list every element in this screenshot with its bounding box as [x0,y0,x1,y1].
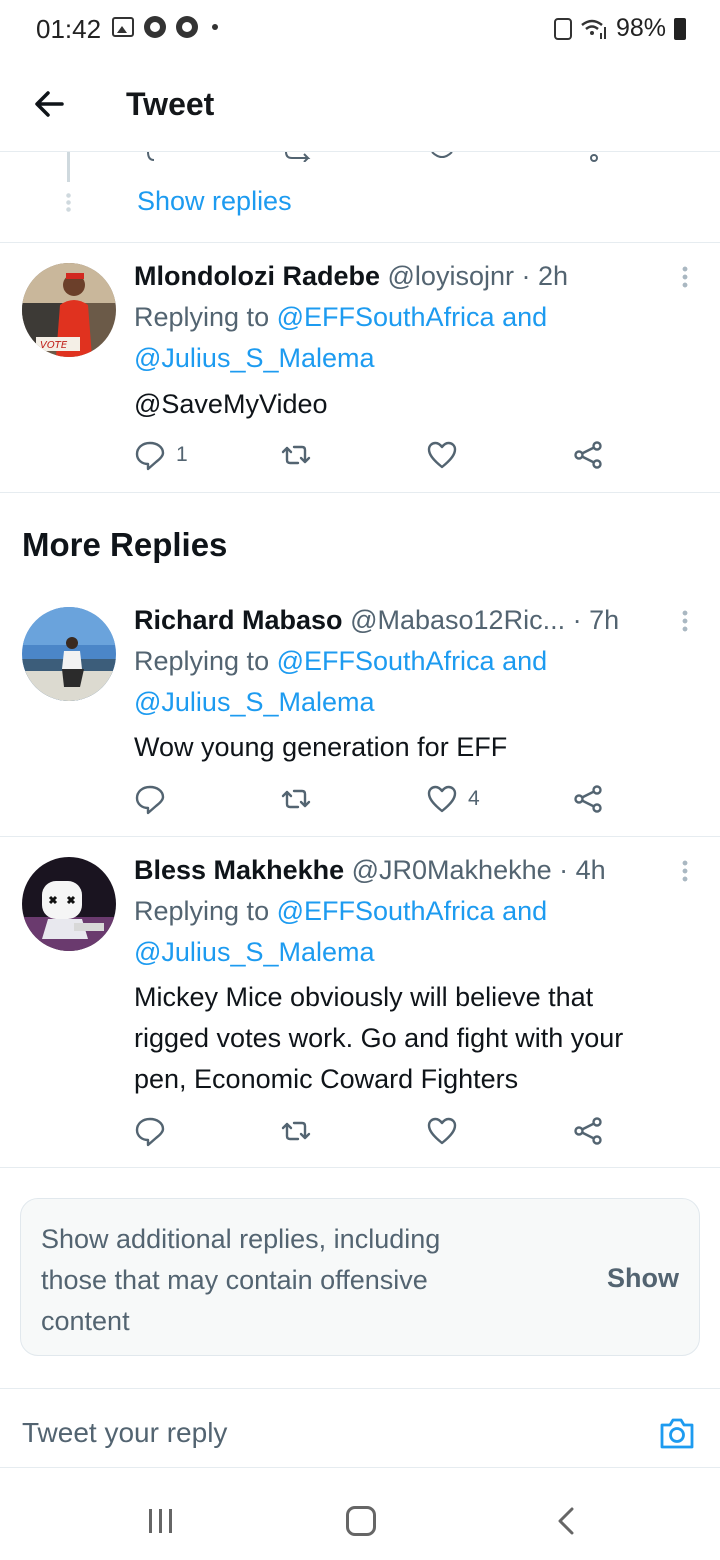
chrome-icon [176,16,198,38]
camera-icon[interactable] [658,1415,696,1451]
tweet-item[interactable]: Richard Mabaso @Mabaso12Ric... · 7h Repl… [0,587,720,835]
reply-icon [135,441,165,471]
notification-icons [112,16,218,38]
tweet-header: Richard Mabaso @Mabaso12Ric... · 7h [134,605,619,636]
author-handle: @loyisojnr · 2h [387,261,568,291]
tweet-item[interactable]: Bless Makhekhe @JR0Makhekhe · 4h Replyin… [0,837,720,1167]
tweet-text: Wow young generation for EFF [134,732,508,762]
show-replies-link[interactable]: Show replies [137,186,292,217]
tweet-text-line: Mickey Mice obviously will believe that [134,982,594,1012]
mention-link[interactable]: @Julius_S_Malema [134,687,375,717]
avatar[interactable] [22,607,116,701]
page-title: Tweet [126,86,215,122]
mention-link[interactable]: @EFFSouthAfrica and [277,896,548,926]
reply-icon [135,785,165,815]
thread-line [67,152,70,182]
retweet-icon [281,789,311,809]
avatar[interactable]: VOTE [22,263,116,357]
system-nav-bar [0,1470,720,1560]
app-header: Tweet [0,56,720,152]
home-icon[interactable] [346,1506,376,1536]
more-options-icon[interactable] [680,609,690,633]
additional-replies-text: Show additional replies, including those… [41,1224,441,1336]
retweet-icon [281,1121,311,1141]
share-icon [574,441,602,469]
avatar[interactable] [22,857,116,951]
status-bar: 01:42 98% [0,0,720,56]
nav-back-icon[interactable] [552,1506,582,1536]
tweet-text-line: pen, Economic Coward Fighters [134,1064,519,1094]
status-time: 01:42 [36,14,102,44]
tweet-header: Mlondolozi Radebe @loyisojnr · 2h [134,261,568,292]
system-icons: 98% [553,14,686,43]
heart-icon [427,441,457,469]
like-count: 4 [468,787,480,810]
share-button[interactable] [572,783,604,815]
retweet-button[interactable] [280,783,322,815]
tweet-header: Bless Makhekhe @JR0Makhekhe · 4h [134,855,606,886]
mention-link[interactable]: @EFFSouthAfrica and [277,646,548,676]
retweet-button[interactable] [280,1115,322,1147]
thread-continuation-dots [66,192,71,214]
more-notifications-icon [212,24,218,30]
like-button[interactable] [426,1115,468,1147]
divider [0,1167,720,1168]
chrome-icon [144,16,166,38]
share-icon [574,785,602,813]
replying-to: Replying to @EFFSouthAfrica and @Julius_… [134,302,548,373]
tweet-actions: 4 [134,783,614,817]
battery-icon [674,17,686,40]
mention-link[interactable]: @EFFSouthAfrica and [277,302,548,332]
reply-input[interactable]: Tweet your reply [22,1417,227,1449]
heart-icon [427,1117,457,1145]
heart-icon [427,785,457,813]
tweet-actions: 1 [134,439,614,473]
gallery-icon [112,17,134,37]
share-button[interactable] [572,439,604,471]
additional-replies-card[interactable]: Show additional replies, including those… [20,1198,700,1356]
replying-to: Replying to @EFFSouthAfrica and @Julius_… [134,646,548,717]
author-handle: @JR0Makhekhe · 4h [351,855,606,885]
author-name[interactable]: Bless Makhekhe [134,855,344,885]
reply-button[interactable] [134,1115,176,1147]
svg-text:VOTE: VOTE [40,340,68,351]
reply-button[interactable] [134,783,176,815]
tweet-text-line: rigged votes work. Go and fight with you… [134,1023,624,1053]
battery-saver-icon [553,17,572,40]
author-name[interactable]: Mlondolozi Radebe [134,261,380,291]
author-handle: @Mabaso12Ric... · 7h [350,605,620,635]
more-options-icon[interactable] [680,859,690,883]
section-title: More Replies [22,526,228,563]
divider [0,492,720,493]
replying-to: Replying to @EFFSouthAfrica and @Julius_… [134,896,548,967]
partial-action-icons [147,152,598,162]
reply-button[interactable]: 1 [134,439,188,471]
reply-composer[interactable]: Tweet your reply [0,1388,720,1468]
share-button[interactable] [572,1115,604,1147]
author-name[interactable]: Richard Mabaso [134,605,343,635]
show-button[interactable]: Show [607,1263,679,1294]
like-button[interactable] [426,439,468,471]
retweet-button[interactable] [280,439,322,471]
back-arrow-icon[interactable] [28,82,72,126]
tweet-actions [134,1115,614,1149]
tweet-text[interactable]: @SaveMyVideo [134,384,704,425]
reply-icon [135,1117,165,1147]
battery-percent: 98% [615,14,666,42]
wifi-signal-icon [581,19,606,39]
recents-icon[interactable] [146,1508,176,1534]
tweet-text: Mickey Mice obviously will believe that … [134,977,704,1100]
reply-count: 1 [176,443,188,466]
mention-link[interactable]: @Julius_S_Malema [134,343,375,373]
like-button[interactable]: 4 [426,783,480,815]
retweet-icon [281,445,311,465]
mention-link[interactable]: @Julius_S_Malema [134,937,375,967]
share-icon [574,1117,602,1145]
more-options-icon[interactable] [680,265,690,289]
tweet-item[interactable]: VOTE Mlondolozi Radebe @loyisojnr · 2h R… [0,243,720,492]
